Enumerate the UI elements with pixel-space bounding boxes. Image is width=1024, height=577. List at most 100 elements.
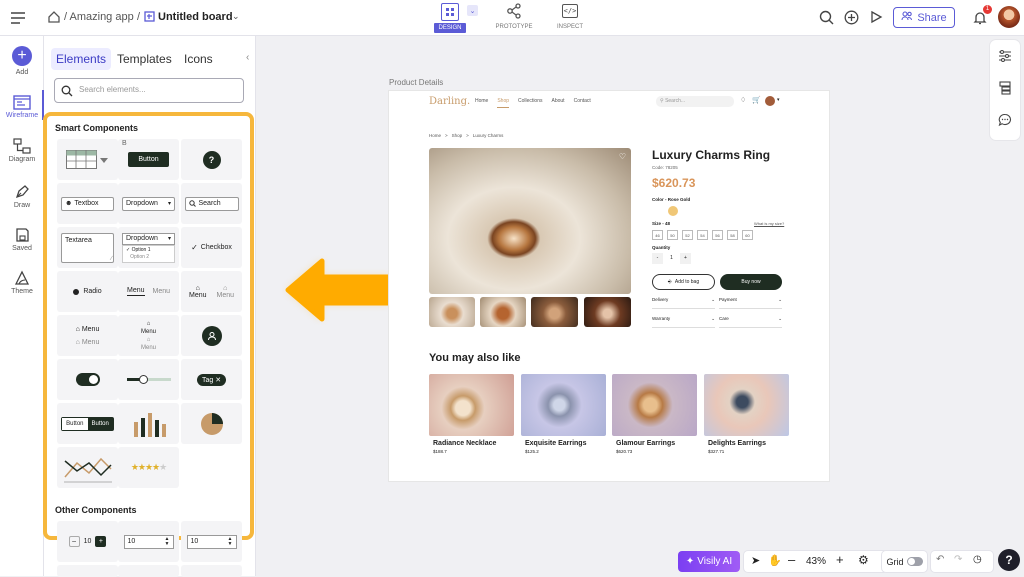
component-vertical-menu[interactable]: ⌂ Menu ⌂ Menu: [57, 315, 118, 356]
component-table[interactable]: [57, 139, 118, 180]
product-thumbnail[interactable]: [531, 297, 578, 327]
buy-now-button[interactable]: Buy now: [720, 274, 782, 290]
comment-icon[interactable]: [997, 112, 1013, 128]
component-row-partial[interactable]: [118, 565, 179, 577]
play-icon[interactable]: [868, 9, 884, 25]
zoom-level[interactable]: 43%: [806, 556, 826, 567]
size-option[interactable]: 46: [652, 230, 663, 240]
mode-prototype[interactable]: PROTOTYPE: [492, 3, 536, 33]
size-option[interactable]: 60: [742, 230, 753, 240]
rail-diagram[interactable]: Diagram: [0, 136, 44, 163]
size-option[interactable]: 56: [712, 230, 723, 240]
mode-inspect[interactable]: </> INSPECT: [552, 3, 588, 33]
nav-home[interactable]: Home: [475, 98, 488, 108]
component-tag[interactable]: Tag ✕: [181, 359, 242, 400]
search-icon[interactable]: [818, 9, 834, 25]
component-stepper[interactable]: – 10 +: [57, 521, 118, 562]
rail-add[interactable]: + Add: [0, 46, 44, 76]
add-circle-icon[interactable]: [843, 9, 859, 25]
component-number-input-alt[interactable]: 10 ▲ ▼: [181, 521, 242, 562]
component-line-chart[interactable]: [57, 447, 118, 488]
qty-minus[interactable]: -: [652, 253, 663, 264]
size-guide-link[interactable]: What is my size?: [754, 221, 784, 226]
related-card[interactable]: Glamour Earrings $620.73: [612, 374, 697, 464]
size-option[interactable]: 54: [697, 230, 708, 240]
component-search[interactable]: Search: [181, 183, 242, 224]
zoom-in-icon[interactable]: +: [836, 552, 844, 567]
site-search[interactable]: ⚲ Search...: [656, 96, 734, 107]
accordion-warranty[interactable]: Warranty ⌄: [652, 316, 715, 328]
hand-icon[interactable]: ✋: [768, 554, 782, 567]
undo-icon[interactable]: ↶: [936, 554, 944, 565]
collapse-panel-icon[interactable]: ‹: [246, 52, 249, 63]
product-main-image[interactable]: ♡: [429, 148, 631, 294]
product-thumbnail[interactable]: [584, 297, 631, 327]
qty-plus[interactable]: +: [680, 253, 691, 264]
component-number-input[interactable]: 10 ▲ ▼: [118, 521, 179, 562]
component-help[interactable]: ?: [181, 139, 242, 180]
chevron-down-icon[interactable]: ▾: [777, 97, 780, 103]
product-thumbnail[interactable]: [429, 297, 475, 327]
component-slider[interactable]: [118, 359, 179, 400]
tab-elements[interactable]: Elements: [51, 48, 112, 70]
component-textbox[interactable]: ☻ Textbox: [57, 183, 118, 224]
cart-icon[interactable]: 🛒: [752, 96, 761, 104]
related-card[interactable]: Delights Earrings $327.71: [704, 374, 789, 464]
avatar[interactable]: [998, 6, 1020, 28]
visily-ai-button[interactable]: ✦ Visily AI: [678, 551, 740, 572]
component-bar-chart[interactable]: [118, 403, 179, 444]
nav-shop[interactable]: Shop: [497, 98, 510, 108]
mode-dropdown-icon[interactable]: ⌄: [467, 5, 478, 16]
site-avatar[interactable]: [765, 96, 775, 106]
share-button[interactable]: Share: [893, 7, 955, 28]
history-icon[interactable]: ◷: [973, 554, 982, 565]
board-title[interactable]: Untitled board: [158, 11, 233, 23]
sliders-icon[interactable]: [997, 48, 1013, 64]
product-thumbnail[interactable]: [480, 297, 526, 327]
rail-draw[interactable]: Draw: [0, 182, 44, 209]
rail-saved[interactable]: Saved: [0, 225, 44, 252]
rail-wireframe[interactable]: Wireframe: [0, 92, 44, 119]
nav-collections[interactable]: Collections: [518, 98, 542, 108]
component-dropdown[interactable]: Dropdown ▾: [118, 183, 179, 224]
tab-templates[interactable]: Templates: [112, 48, 177, 70]
color-swatch[interactable]: [668, 206, 678, 216]
component-menu-tabs[interactable]: Menu Menu: [118, 271, 179, 312]
component-dropdown-open[interactable]: Dropdown ▾ ✓ Option 1 Option 2: [118, 227, 179, 268]
chevron-down-icon[interactable]: ⌄: [232, 11, 240, 22]
tab-icons[interactable]: Icons: [179, 48, 218, 70]
component-textarea[interactable]: Textarea ∕: [57, 227, 118, 268]
size-option[interactable]: 50: [667, 230, 678, 240]
accordion-payment[interactable]: Payment ⌄: [719, 297, 782, 309]
board-label[interactable]: Product Details: [389, 78, 443, 87]
zoom-out-icon[interactable]: –: [788, 552, 795, 567]
nav-about[interactable]: About: [552, 98, 565, 108]
component-button[interactable]: B Button: [118, 139, 179, 180]
heart-icon[interactable]: ♡: [619, 152, 626, 161]
component-segmented-button[interactable]: Button Button: [57, 403, 118, 444]
rail-theme[interactable]: Theme: [0, 268, 44, 295]
component-stacked-menu[interactable]: ⌂ Menu ⌂ Menu: [118, 315, 179, 356]
quantity-stepper[interactable]: - 1 +: [652, 253, 691, 264]
related-card[interactable]: Exquisite Earrings $125.2: [521, 374, 606, 464]
app-breadcrumb[interactable]: / Amazing app: [64, 11, 134, 23]
component-checkbox[interactable]: ✓ Checkbox: [181, 227, 242, 268]
help-button[interactable]: ?: [998, 549, 1020, 571]
qty-value[interactable]: 1: [666, 253, 677, 264]
related-card[interactable]: Radiance Necklace $188.7: [429, 374, 514, 464]
layers-icon[interactable]: [997, 80, 1013, 96]
component-row-partial[interactable]: [57, 565, 118, 577]
component-rating[interactable]: ★★★★★: [118, 447, 179, 488]
mode-design[interactable]: DESIGN: [434, 3, 466, 33]
site-bell-icon[interactable]: ♢: [740, 96, 746, 104]
search-input[interactable]: Search elements...: [54, 78, 244, 103]
component-avatar[interactable]: [181, 315, 242, 356]
size-option[interactable]: 52: [682, 230, 693, 240]
component-pie-chart[interactable]: [181, 403, 242, 444]
accordion-delivery[interactable]: Delivery ⌄: [652, 297, 715, 309]
component-row-partial[interactable]: [181, 565, 242, 577]
settings-icon[interactable]: ⚙: [858, 553, 869, 567]
component-toggle[interactable]: [57, 359, 118, 400]
size-option[interactable]: 58: [727, 230, 738, 240]
product-details-board[interactable]: Darling. Home Shop Collections About Con…: [389, 91, 829, 481]
